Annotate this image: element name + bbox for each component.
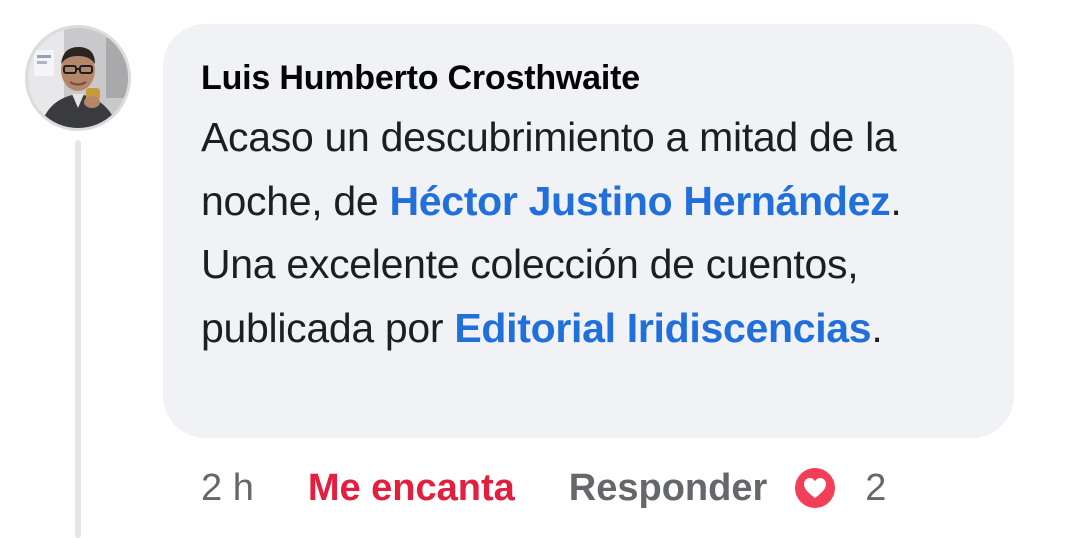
comment-timestamp[interactable]: 2 h	[201, 467, 254, 510]
love-reaction-button[interactable]: Me encanta	[308, 467, 515, 510]
reply-button[interactable]: Responder	[569, 467, 767, 510]
comment-thread: Luis Humberto Crosthwaite Acaso un descu…	[0, 0, 1080, 538]
comment-actions: 2 h Me encanta Responder 2	[201, 460, 886, 516]
mention-hector-justino-hernandez[interactable]: Héctor Justino Hernández	[390, 178, 891, 224]
mention-editorial-iridiscencias[interactable]: Editorial Iridiscencias	[454, 305, 871, 351]
thread-line	[75, 140, 81, 538]
avatar-photo	[28, 28, 128, 128]
heart-icon	[795, 468, 836, 508]
reaction-summary[interactable]: 2	[793, 466, 886, 510]
heart-reaction-badge	[793, 466, 838, 510]
avatar[interactable]	[25, 25, 131, 131]
comment-bubble: Luis Humberto Crosthwaite Acaso un descu…	[163, 24, 1014, 438]
comment-text: Acaso un descubrimiento a mitad de la no…	[201, 106, 984, 360]
reaction-count: 2	[865, 466, 887, 509]
comment-text-segment: .	[871, 304, 883, 351]
comment-author[interactable]: Luis Humberto Crosthwaite	[201, 58, 984, 98]
